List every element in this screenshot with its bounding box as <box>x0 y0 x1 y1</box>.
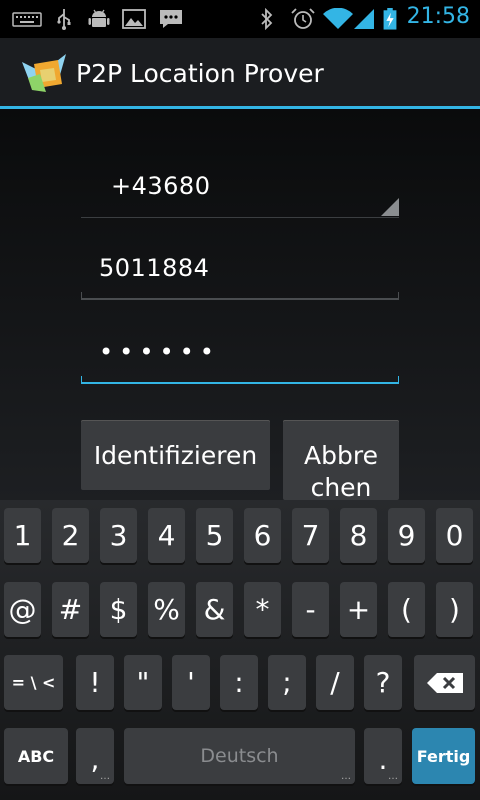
bluetooth-icon <box>261 8 273 30</box>
key-0[interactable]: 0 <box>436 508 473 563</box>
wifi-icon <box>323 8 353 29</box>
key-colon[interactable]: : <box>220 655 258 710</box>
pin-value: •••••• <box>99 338 220 366</box>
clock: 21:58 <box>406 4 470 29</box>
key-ampersand[interactable]: & <box>196 582 233 637</box>
key-2[interactable]: 2 <box>52 508 89 563</box>
key-backspace[interactable] <box>414 655 475 710</box>
key-done[interactable]: Fertig <box>412 728 475 784</box>
status-bar: 21:58 <box>0 0 480 38</box>
cancel-button-label-line1: Abbre <box>304 441 378 470</box>
key-exclamation[interactable]: ! <box>76 655 114 710</box>
phone-number-field[interactable]: 5011884 <box>81 240 399 300</box>
app-logo-icon[interactable] <box>18 48 70 96</box>
chat-icon <box>160 10 182 28</box>
identify-button[interactable]: Identifizieren <box>81 420 270 490</box>
key-question[interactable]: ? <box>364 655 402 710</box>
key-space[interactable]: Deutsch … <box>124 728 355 784</box>
key-semicolon[interactable]: ; <box>268 655 306 710</box>
key-slash[interactable]: / <box>316 655 354 710</box>
cancel-button[interactable]: Abbre chen <box>283 420 399 500</box>
key-double-quote[interactable]: " <box>124 655 162 710</box>
action-bar: P2P Location Prover <box>0 38 480 106</box>
key-7[interactable]: 7 <box>292 508 329 563</box>
key-more-symbols[interactable]: = \ < <box>4 655 63 710</box>
key-dollar[interactable]: $ <box>100 582 137 637</box>
key-5[interactable]: 5 <box>196 508 233 563</box>
key-minus[interactable]: - <box>292 582 329 637</box>
key-8[interactable]: 8 <box>340 508 377 563</box>
key-plus[interactable]: + <box>340 582 377 637</box>
alarm-icon <box>291 8 315 29</box>
key-4[interactable]: 4 <box>148 508 185 563</box>
pin-field[interactable]: •••••• <box>81 324 399 384</box>
usb-icon <box>57 9 71 30</box>
keyboard-icon <box>12 12 42 27</box>
spinner-triangle-icon <box>381 198 399 216</box>
signal-icon <box>354 9 374 29</box>
key-asterisk[interactable]: * <box>244 582 281 637</box>
app-title: P2P Location Prover <box>76 59 324 88</box>
country-code-value: +43680 <box>111 172 211 200</box>
key-1[interactable]: 1 <box>4 508 41 563</box>
space-language-label: Deutsch <box>200 745 279 767</box>
backspace-icon <box>426 672 463 693</box>
key-paren-close[interactable]: ) <box>436 582 473 637</box>
cancel-button-label-line2: chen <box>310 473 372 500</box>
key-6[interactable]: 6 <box>244 508 281 563</box>
key-single-quote[interactable]: ' <box>172 655 210 710</box>
phone-number-value: 5011884 <box>99 254 210 282</box>
key-paren-open[interactable]: ( <box>388 582 425 637</box>
key-hash[interactable]: # <box>52 582 89 637</box>
key-abc[interactable]: ABC <box>4 728 68 784</box>
country-code-spinner[interactable]: +43680 <box>81 158 399 218</box>
key-9[interactable]: 9 <box>388 508 425 563</box>
key-comma[interactable]: , … <box>76 728 114 784</box>
key-3[interactable]: 3 <box>100 508 137 563</box>
identify-button-label: Identifizieren <box>93 440 258 470</box>
key-period[interactable]: . … <box>364 728 402 784</box>
battery-charging-icon <box>383 8 397 30</box>
key-percent[interactable]: % <box>148 582 185 637</box>
on-screen-keyboard: 1 2 3 4 5 6 7 8 9 0 @ # $ % & * - + ( ) … <box>0 500 480 800</box>
key-at[interactable]: @ <box>4 582 41 637</box>
android-icon <box>88 9 110 27</box>
image-icon <box>122 9 146 29</box>
